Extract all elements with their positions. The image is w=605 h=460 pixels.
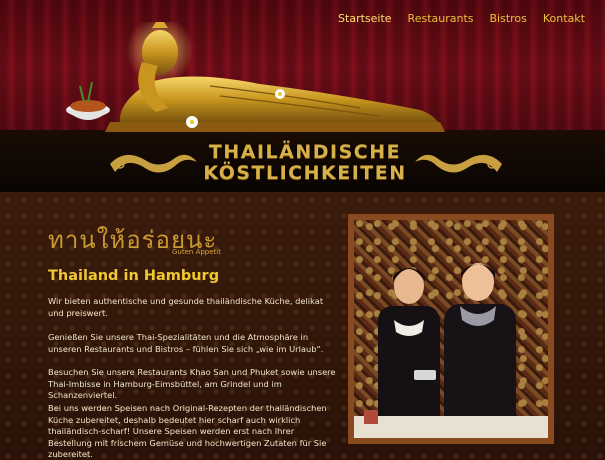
page-heading: Thailand in Hamburg xyxy=(48,268,220,284)
atmosphere-paragraph: Genießen Sie unsere Thai-Spezialitäten u… xyxy=(48,332,324,354)
thai-greeting-translation: Guten Appetit xyxy=(172,248,221,256)
locations-paragraph: Besuchen Sie unsere Restaurants Khao San… xyxy=(48,367,336,400)
nav-link-kontakt[interactable]: Kontakt xyxy=(543,12,585,25)
reclining-buddha-image xyxy=(66,22,445,132)
nav-link-bistros[interactable]: Bistros xyxy=(490,12,527,25)
staff-photo xyxy=(348,214,554,444)
site-header: Startseite Restaurants Bistros Kontakt T… xyxy=(0,0,605,192)
left-ornament-icon xyxy=(110,154,197,173)
right-ornament-icon xyxy=(415,154,502,173)
site-title-line-1: THAILÄNDISCHE xyxy=(208,141,402,163)
site-title: THAILÄNDISCHE KÖSTLICHKEITEN xyxy=(195,142,415,184)
two-women-photo-image xyxy=(354,263,548,438)
recipes-paragraph: Bei uns werden Speisen nach Original-Rez… xyxy=(48,403,327,459)
site-title-line-2: KÖSTLICHKEITEN xyxy=(203,162,407,184)
intro-paragraph: Wir bieten authentische und gesunde thai… xyxy=(48,296,324,318)
